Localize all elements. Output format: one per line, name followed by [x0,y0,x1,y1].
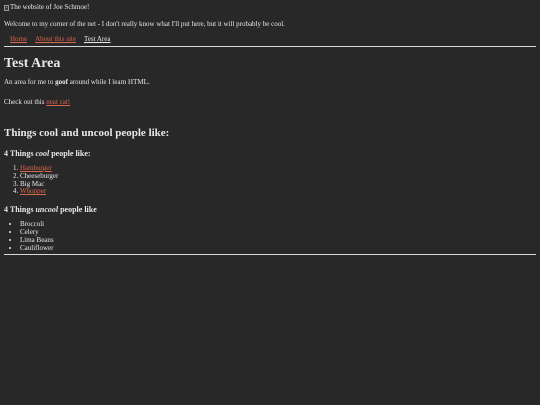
page-title: Test Area [4,56,61,71]
list-item: Hamburger [20,164,536,173]
intro-prefix: An area for me to [4,78,56,86]
list-item: Cauliflower [20,244,536,253]
intro-text: An area for me to goof around while I le… [4,78,536,87]
broken-image-icon [4,4,9,11]
intro-bold-word: goof [55,78,68,86]
header-image-alt-text: The website of Joe Schmoe! [10,3,90,11]
list-item: Broccoli [20,220,536,229]
uncool-heading-prefix: 4 Things [4,205,36,215]
cool-heading-prefix: 4 Things [4,149,36,158]
cool-list: Hamburger Cheeseburger Big Mac Whopper [4,164,536,196]
cat-link[interactable]: neat cat! [46,98,70,106]
checkout-prefix: Check out this [4,98,47,106]
uncool-list-heading: 4 Things uncool people like [4,205,536,215]
nav-link-about[interactable]: About this site [35,35,76,44]
checkout-text: Check out this neat cat! [4,98,536,107]
list-item: Whopper [20,187,536,196]
uncool-list: Broccoli Celery Lima Beans Cauliflower [4,220,536,253]
list-item: Big Mac [20,180,536,189]
nav-link-home[interactable]: Home [10,35,27,44]
uncool-heading-suffix: people like [58,205,97,215]
list-item: Celery [20,228,536,237]
hamburger-link[interactable]: Hamburger [20,164,52,172]
nav-link-test-area[interactable]: Test Area [84,35,111,44]
top-divider [4,46,536,47]
cool-list-heading: 4 Things cool people like: [4,149,536,159]
bottom-divider [4,254,536,256]
cool-heading-suffix: people like: [49,149,91,158]
welcome-text: Welcome to my corner of the net - I don'… [4,20,285,28]
list-item: Lima Beans [20,236,536,245]
nav-bar: Home About this site Test Area [10,35,536,44]
uncool-heading-emph: uncool [35,205,59,215]
intro-suffix: around while I learn HTML. [67,78,150,86]
whopper-link[interactable]: Whopper [20,187,46,195]
section-title: Things cool and uncool people like: [4,127,170,139]
list-item: Cheeseburger [20,172,536,181]
header-image: The website of Joe Schmoe! [4,3,536,12]
cool-heading-emph: cool [35,149,50,158]
page: The website of Joe Schmoe! Welcome to my… [0,0,540,258]
